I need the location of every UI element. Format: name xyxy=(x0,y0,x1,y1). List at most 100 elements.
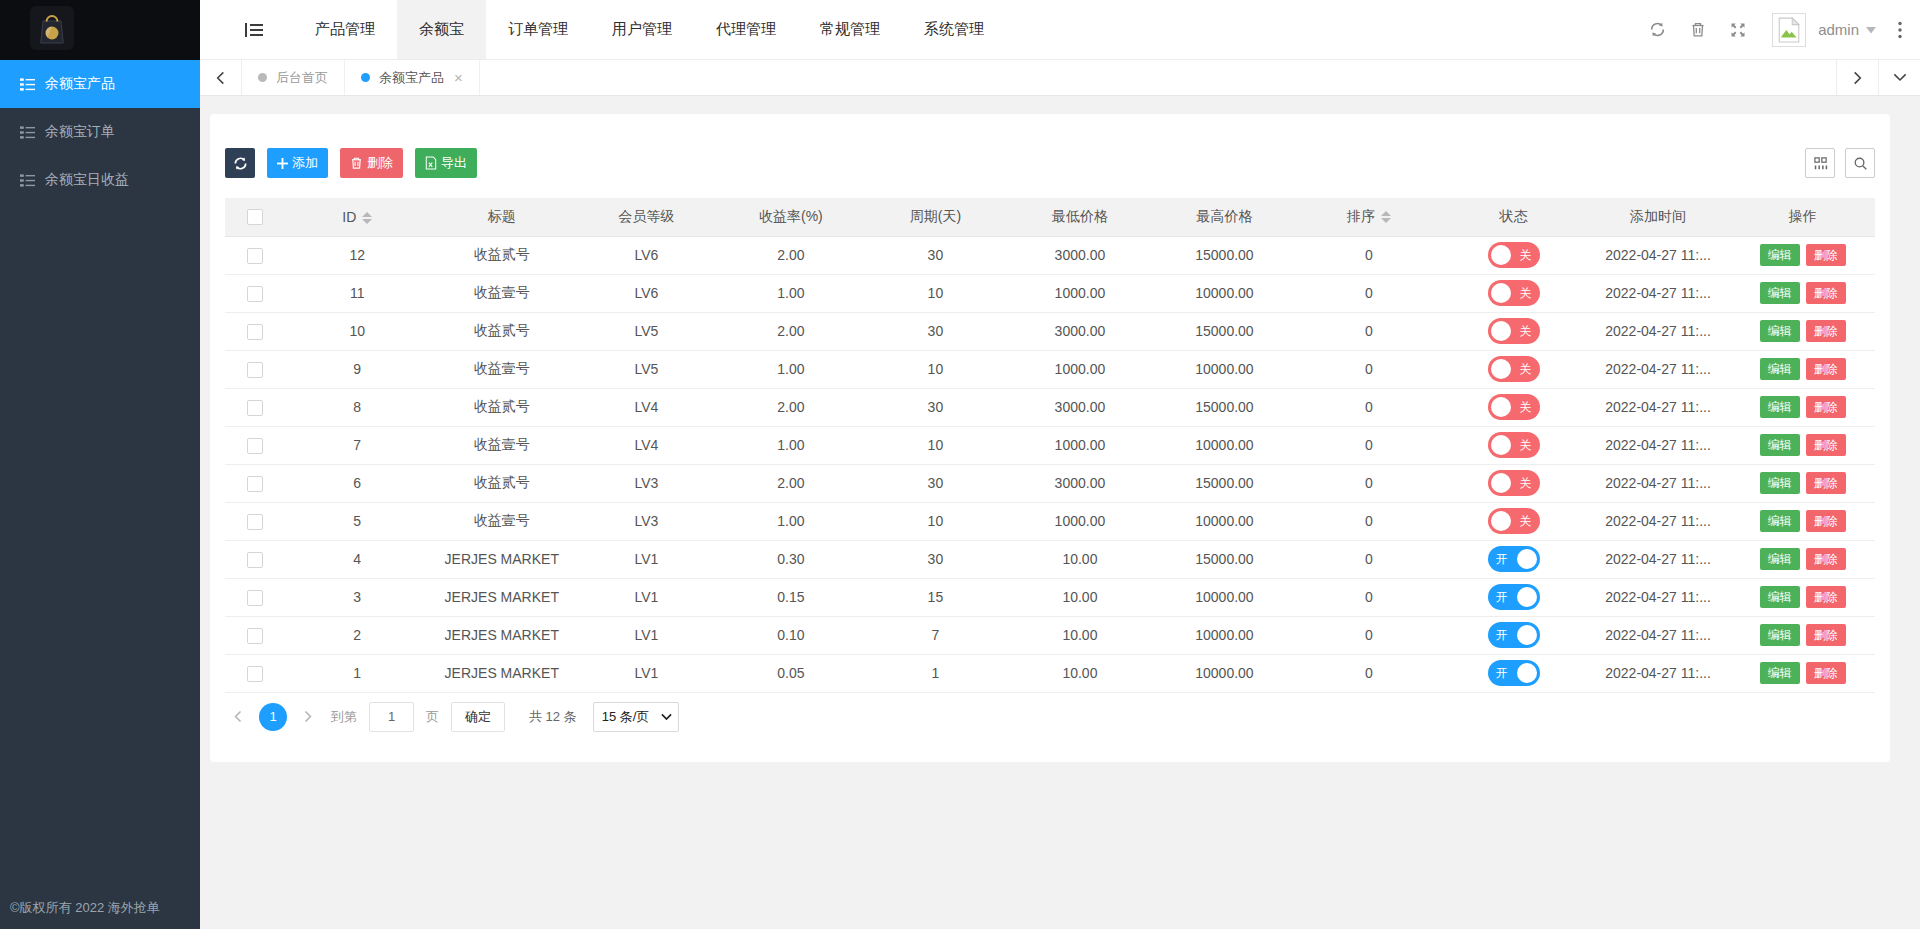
menu-collapse-icon[interactable] xyxy=(245,22,263,38)
row-delete-button[interactable]: 删除 xyxy=(1806,548,1846,570)
search-icon[interactable] xyxy=(1845,148,1875,178)
current-page[interactable]: 1 xyxy=(259,703,287,731)
row-checkbox[interactable] xyxy=(247,438,263,454)
status-toggle-on[interactable]: 开 xyxy=(1488,546,1540,572)
edit-button[interactable]: 编辑 xyxy=(1760,472,1800,494)
row-delete-button[interactable]: 删除 xyxy=(1806,510,1846,532)
row-checkbox[interactable] xyxy=(247,628,263,644)
fullscreen-icon[interactable] xyxy=(1730,22,1746,38)
confirm-button[interactable]: 确定 xyxy=(451,702,505,732)
status-toggle-off[interactable]: 关 xyxy=(1488,318,1540,344)
status-toggle-off[interactable]: 关 xyxy=(1488,470,1540,496)
edit-button[interactable]: 编辑 xyxy=(1760,396,1800,418)
close-icon[interactable]: × xyxy=(454,69,463,86)
row-delete-button[interactable]: 删除 xyxy=(1806,282,1846,304)
export-button[interactable]: 导出 xyxy=(415,148,477,178)
cell-actions: 编辑删除 xyxy=(1730,426,1875,464)
top-nav-tab[interactable]: 用户管理 xyxy=(590,0,694,59)
tabs-menu-icon[interactable] xyxy=(1878,60,1920,95)
avatar[interactable] xyxy=(1772,13,1806,47)
row-checkbox[interactable] xyxy=(247,476,263,492)
select-all-checkbox[interactable] xyxy=(247,209,263,225)
sidebar: 余额宝产品余额宝订单余额宝日收益 ©版权所有 2022 海外抢单 xyxy=(0,0,200,929)
cell-level: LV1 xyxy=(574,540,719,578)
row-delete-button[interactable]: 删除 xyxy=(1806,586,1846,608)
row-checkbox[interactable] xyxy=(247,286,263,302)
edit-button[interactable]: 编辑 xyxy=(1760,244,1800,266)
status-toggle-on[interactable]: 开 xyxy=(1488,584,1540,610)
top-nav-tab[interactable]: 代理管理 xyxy=(694,0,798,59)
refresh-icon[interactable] xyxy=(1649,21,1666,38)
row-delete-button[interactable]: 删除 xyxy=(1806,624,1846,646)
sort-icon[interactable] xyxy=(1381,211,1391,223)
edit-button[interactable]: 编辑 xyxy=(1760,510,1800,532)
toggle-knob xyxy=(1491,283,1511,303)
sidebar-item[interactable]: 余额宝订单 xyxy=(0,108,200,156)
status-toggle-off[interactable]: 关 xyxy=(1488,242,1540,268)
cell-min-price: 10.00 xyxy=(1008,616,1153,654)
status-toggle-off[interactable]: 关 xyxy=(1488,280,1540,306)
cell-status: 开 xyxy=(1441,540,1586,578)
status-toggle-on[interactable]: 开 xyxy=(1488,622,1540,648)
cell-title: JERJES MARKET xyxy=(430,654,575,692)
table-refresh-button[interactable] xyxy=(225,148,255,178)
edit-button[interactable]: 编辑 xyxy=(1760,320,1800,342)
cell-min-price: 1000.00 xyxy=(1008,274,1153,312)
clear-cache-icon[interactable] xyxy=(1690,21,1706,38)
tabs-scroll-left-icon[interactable] xyxy=(200,60,242,95)
cell-title: 收益壹号 xyxy=(430,350,575,388)
page-tab[interactable]: 余额宝产品× xyxy=(345,60,480,95)
cell-min-price: 10.00 xyxy=(1008,540,1153,578)
cell-title: JERJES MARKET xyxy=(430,578,575,616)
row-checkbox[interactable] xyxy=(247,400,263,416)
edit-button[interactable]: 编辑 xyxy=(1760,548,1800,570)
next-page-icon[interactable] xyxy=(295,710,321,723)
edit-button[interactable]: 编辑 xyxy=(1760,358,1800,380)
top-nav-tab[interactable]: 常规管理 xyxy=(798,0,902,59)
top-nav-tab[interactable]: 产品管理 xyxy=(293,0,397,59)
filter-columns-icon[interactable] xyxy=(1805,148,1835,178)
add-button[interactable]: 添加 xyxy=(267,148,328,178)
status-toggle-off[interactable]: 关 xyxy=(1488,432,1540,458)
sidebar-item[interactable]: 余额宝日收益 xyxy=(0,156,200,204)
row-checkbox[interactable] xyxy=(247,666,263,682)
edit-button[interactable]: 编辑 xyxy=(1760,282,1800,304)
status-toggle-off[interactable]: 关 xyxy=(1488,508,1540,534)
row-checkbox[interactable] xyxy=(247,248,263,264)
row-checkbox[interactable] xyxy=(247,514,263,530)
sidebar-item[interactable]: 余额宝产品 xyxy=(0,60,200,108)
tabs-scroll-right-icon[interactable] xyxy=(1836,60,1878,95)
row-delete-button[interactable]: 删除 xyxy=(1806,434,1846,456)
row-delete-button[interactable]: 删除 xyxy=(1806,396,1846,418)
edit-button[interactable]: 编辑 xyxy=(1760,434,1800,456)
goto-page-input[interactable] xyxy=(369,702,414,732)
row-delete-button[interactable]: 删除 xyxy=(1806,244,1846,266)
page-tab[interactable]: 后台首页 xyxy=(242,60,345,95)
more-options-icon[interactable] xyxy=(1898,21,1902,39)
status-toggle-off[interactable]: 关 xyxy=(1488,394,1540,420)
status-toggle-on[interactable]: 开 xyxy=(1488,660,1540,686)
sort-icon[interactable] xyxy=(362,212,372,224)
delete-button[interactable]: 删除 xyxy=(340,148,403,178)
per-page-select[interactable]: 15 条/页 xyxy=(593,702,679,732)
toggle-knob xyxy=(1491,359,1511,379)
row-checkbox[interactable] xyxy=(247,590,263,606)
status-toggle-off[interactable]: 关 xyxy=(1488,356,1540,382)
row-delete-button[interactable]: 删除 xyxy=(1806,472,1846,494)
row-checkbox[interactable] xyxy=(247,552,263,568)
edit-button[interactable]: 编辑 xyxy=(1760,586,1800,608)
top-nav-tab[interactable]: 余额宝 xyxy=(397,0,486,59)
prev-page-icon[interactable] xyxy=(225,710,251,723)
row-delete-button[interactable]: 删除 xyxy=(1806,662,1846,684)
row-checkbox[interactable] xyxy=(247,324,263,340)
edit-button[interactable]: 编辑 xyxy=(1760,662,1800,684)
edit-button[interactable]: 编辑 xyxy=(1760,624,1800,646)
column-header[interactable]: ID xyxy=(285,198,430,236)
user-menu[interactable]: admin xyxy=(1818,21,1876,38)
top-nav-tab[interactable]: 订单管理 xyxy=(486,0,590,59)
row-checkbox[interactable] xyxy=(247,362,263,378)
top-nav-tab[interactable]: 系统管理 xyxy=(902,0,1006,59)
row-delete-button[interactable]: 删除 xyxy=(1806,358,1846,380)
column-header[interactable]: 排序 xyxy=(1297,198,1442,236)
row-delete-button[interactable]: 删除 xyxy=(1806,320,1846,342)
